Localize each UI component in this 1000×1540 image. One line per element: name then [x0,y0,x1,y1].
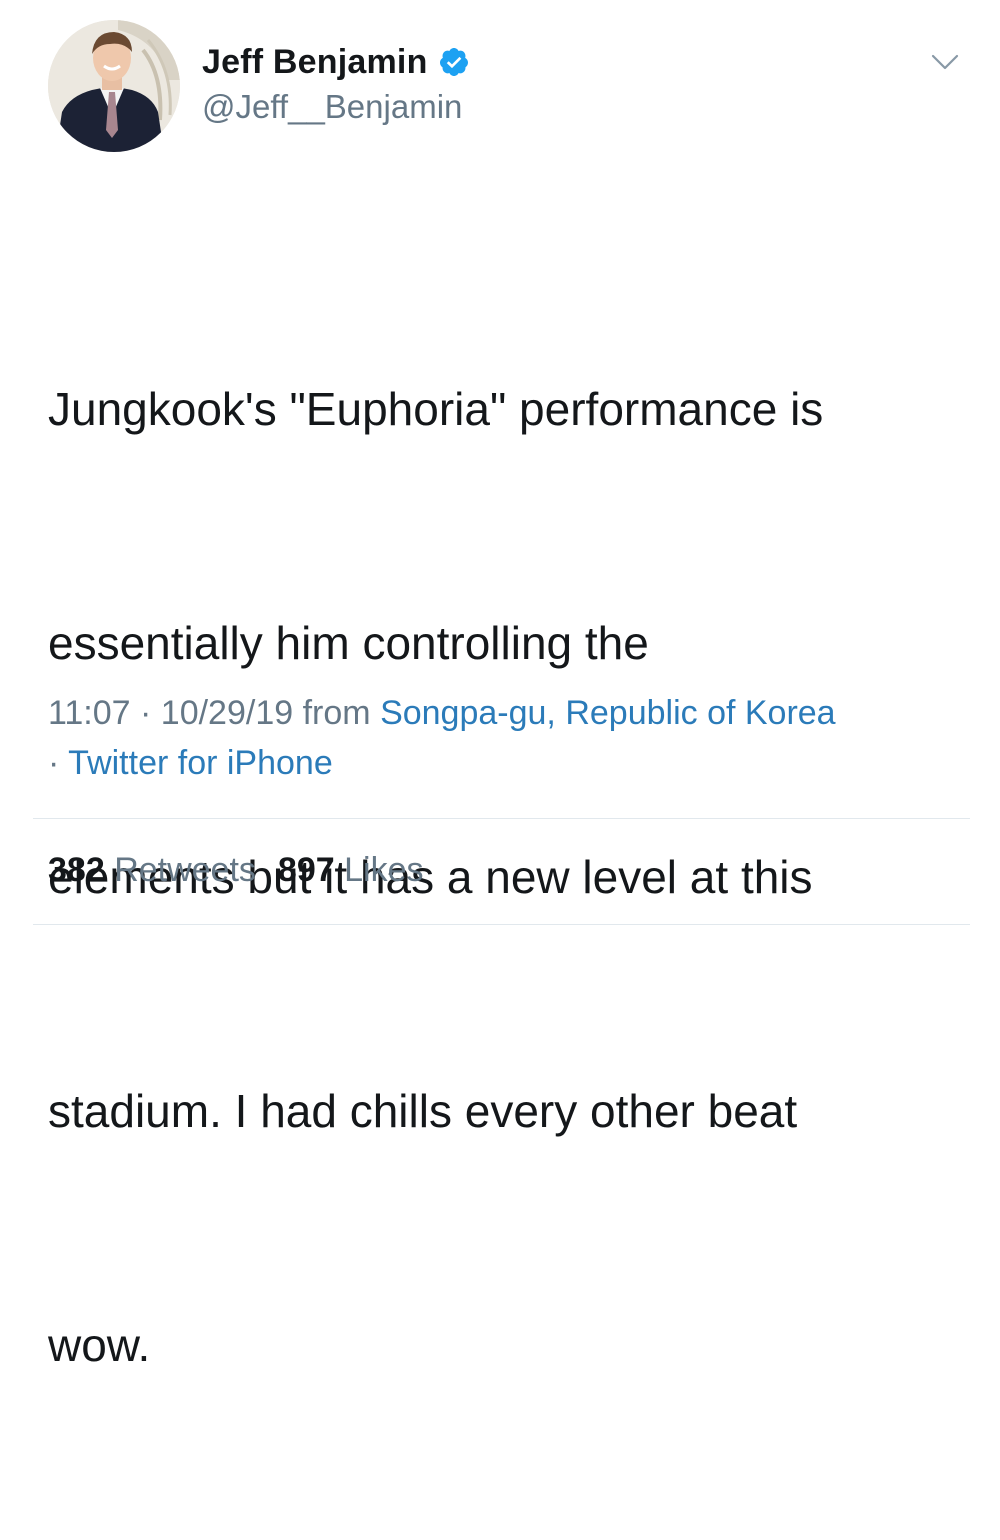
retweets-label: Retweets [114,851,256,889]
tweet-meta-line-1: 11:07 · 10/29/19 from Songpa-gu, Republi… [48,688,968,738]
verified-badge-icon [438,46,470,78]
tweet-stats: 382 Retweets 897 Likes [48,848,423,892]
avatar[interactable] [48,20,180,152]
likes-stat[interactable]: 897 Likes [278,848,424,892]
tweet-location-link[interactable]: Songpa-gu, Republic of Korea [380,694,836,732]
likes-count: 897 [277,851,335,889]
tweet-date[interactable]: 10/29/19 [161,694,293,732]
tweet-source-link[interactable]: Twitter for iPhone [68,744,333,782]
tweet-text-line: wow. [48,1319,151,1371]
author-display-name[interactable]: Jeff Benjamin [202,43,428,82]
author-handle[interactable]: @Jeff__Benjamin [202,88,462,126]
retweets-count: 382 [48,851,105,889]
tweet-text-line: stadium. I had chills every other beat [48,1085,798,1137]
divider [33,818,970,819]
tweet-meta-line-2: · Twitter for iPhone [48,738,968,788]
divider [33,924,970,925]
tweet-text-line: essentially him controlling the [48,617,649,669]
tweet-time[interactable]: 11:07 [48,694,131,732]
likes-label: Likes [344,851,424,889]
chevron-down-icon[interactable] [930,52,960,72]
from-label: from [302,694,371,732]
author-name-row[interactable]: Jeff Benjamin [202,40,470,84]
retweets-stat[interactable]: 382 Retweets [48,848,256,892]
meta-separator: · [140,694,152,732]
meta-separator: · [48,744,60,782]
tweet-metadata: 11:07 · 10/29/19 from Songpa-gu, Republi… [48,688,968,788]
avatar-image [48,20,180,152]
tweet-text-line: Jungkook's "Euphoria" performance is [48,383,824,435]
tweet-card: Jeff Benjamin @Jeff__Benjamin Jungkook's… [0,0,1000,1371]
